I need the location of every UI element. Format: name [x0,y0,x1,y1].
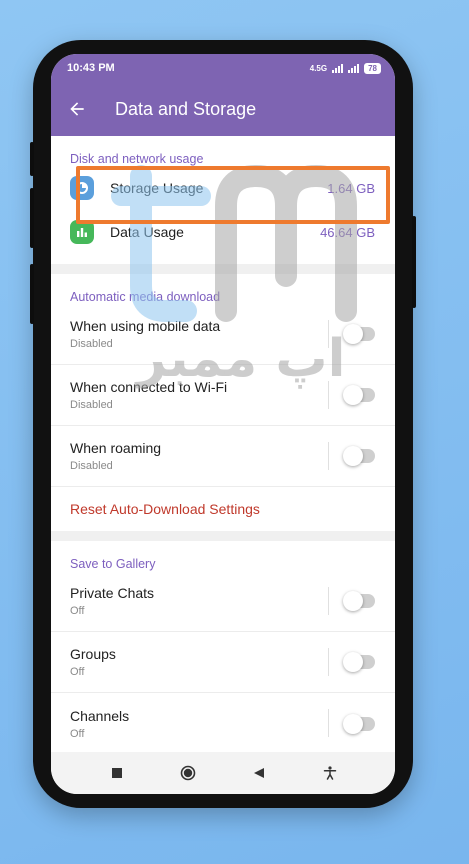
groups-label: Groups [70,646,116,662]
row-divider [328,648,329,676]
screen: 10:43 PM 4.5G 78 Data and Storage Disk a… [51,54,395,794]
status-icons: 4.5G 78 [309,62,381,74]
row-divider [328,442,329,470]
toggle-row-channels[interactable]: Channels Off [51,693,395,752]
roaming-label: When roaming [70,440,162,456]
row-divider [328,587,329,615]
mobile-data-switch[interactable] [343,324,375,344]
power-button [412,216,416,308]
section-header-disk: Disk and network usage [70,152,204,166]
system-nav-bar [51,752,395,794]
toggle-row-private-chats[interactable]: Private Chats Off [51,571,395,632]
channels-switch[interactable] [343,713,375,734]
reset-auto-download-button[interactable]: Reset Auto-Download Settings [51,487,395,531]
back-arrow-icon[interactable] [67,99,87,119]
wifi-switch[interactable] [343,385,375,405]
data-usage-label: Data Usage [110,224,184,240]
signal-icon-2 [348,63,360,73]
app-bar: 10:43 PM 4.5G 78 Data and Storage [51,54,395,136]
private-chats-switch[interactable] [343,591,375,611]
channels-status: Off [70,727,85,740]
accessibility-icon[interactable] [316,759,344,787]
channels-label: Channels [70,707,130,724]
section-separator [51,264,395,274]
page-title: Data and Storage [115,98,257,119]
volume-down-button [30,188,34,248]
signal-icon [332,63,344,73]
section-header-auto-download: Automatic media download [70,290,221,304]
status-time: 10:43 PM [67,62,115,74]
settings-list: Disk and network usage Storage Usage 1.6… [51,136,395,752]
section-header-gallery: Save to Gallery [70,557,156,571]
network-type: 4.5G [309,63,328,73]
wifi-label: When connected to Wi-Fi [70,379,228,395]
private-chats-status: Off [70,605,85,617]
toolbar: Data and Storage [51,82,395,136]
home-icon[interactable] [174,759,202,787]
volume-up-button [30,142,34,176]
toggle-row-wifi[interactable]: When connected to Wi-Fi Disabled [51,365,395,426]
row-divider [328,709,329,737]
wifi-status: Disabled [70,399,113,411]
storage-usage-highlight [76,166,390,224]
groups-switch[interactable] [343,652,375,672]
phone-frame: 10:43 PM 4.5G 78 Data and Storage Disk a… [30,40,416,808]
mobile-data-label: When using mobile data [70,318,221,334]
roaming-status: Disabled [70,460,113,472]
status-bar: 10:43 PM 4.5G 78 [51,54,395,82]
mobile-data-status: Disabled [70,338,113,350]
battery-icon: 78 [364,62,381,74]
toggle-row-roaming[interactable]: When roaming Disabled [51,426,395,487]
row-divider [328,320,329,348]
back-icon[interactable] [245,759,273,787]
toggle-row-mobile-data[interactable]: When using mobile data Disabled [51,304,395,365]
toggle-row-groups[interactable]: Groups Off [51,632,395,693]
groups-status: Off [70,666,85,678]
roaming-switch[interactable] [343,446,375,466]
section-separator [51,531,395,541]
private-chats-label: Private Chats [70,585,155,601]
side-key [30,264,34,324]
data-usage-value: 46.64 GB [320,224,375,240]
row-divider [328,381,329,409]
recents-icon[interactable] [103,759,131,787]
